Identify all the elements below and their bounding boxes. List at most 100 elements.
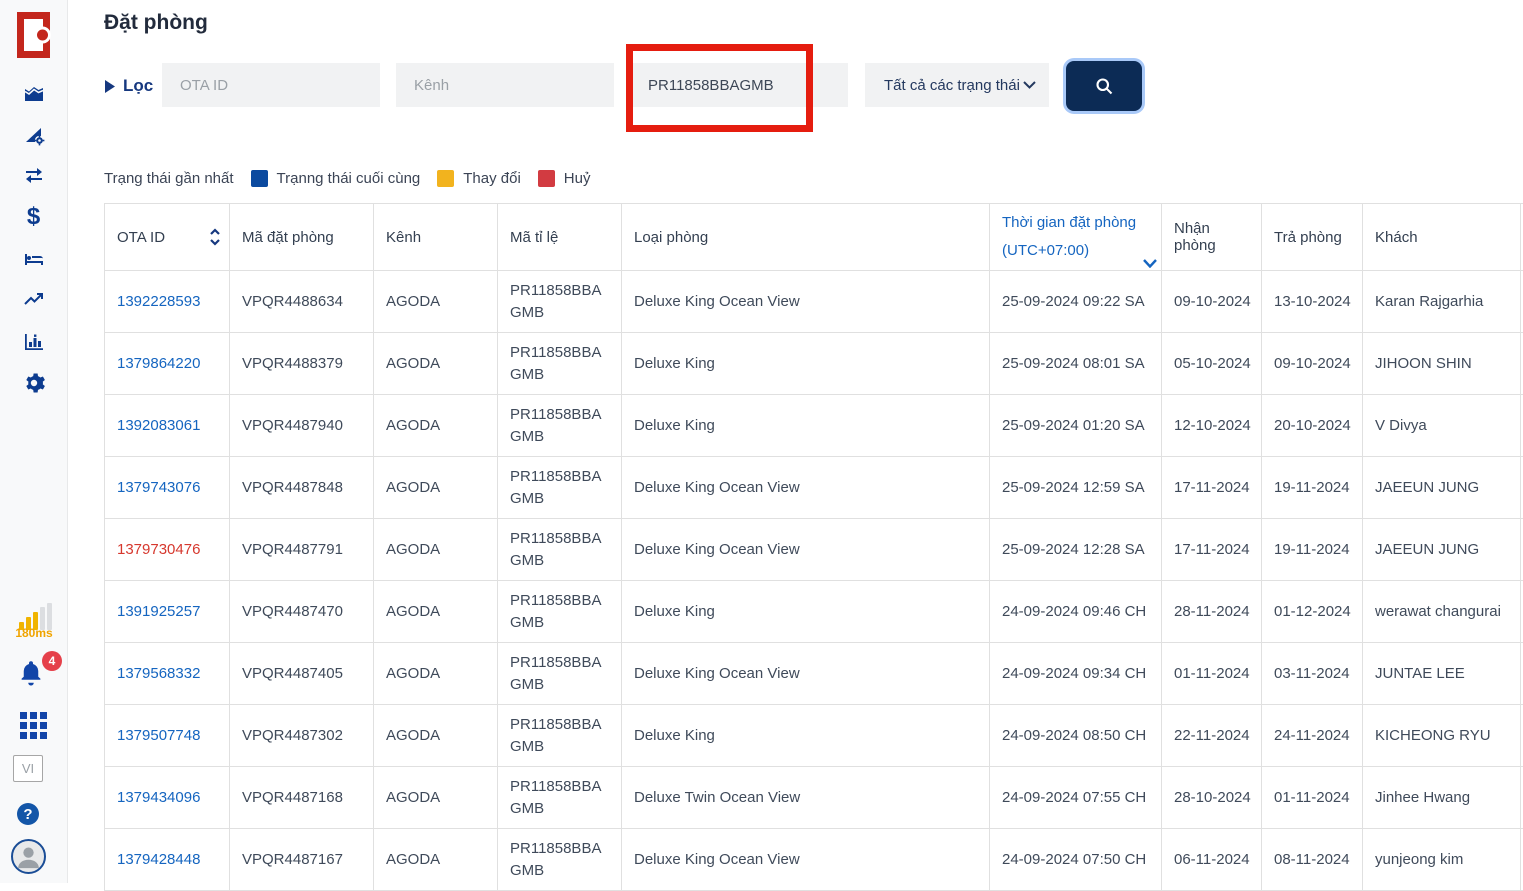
ota-id-link[interactable]: 1379730476: [117, 541, 200, 558]
room-type-cell: Deluxe King Ocean View: [622, 829, 990, 891]
check-out-cell: 24-11-2024: [1262, 705, 1363, 767]
col-header-guest: Khách: [1363, 204, 1521, 271]
ota-id-link[interactable]: 1379507748: [117, 727, 200, 744]
trending-up-icon[interactable]: [22, 288, 46, 312]
latency-value: 180ms: [0, 626, 68, 640]
pricing-dollar-icon[interactable]: $: [22, 205, 46, 229]
rate-code-input[interactable]: [630, 63, 848, 107]
sidebar: $ 180ms 4 VI ?: [0, 0, 68, 883]
check-out-cell: 19-11-2024: [1262, 519, 1363, 581]
booking-code-cell: VPQR4487405: [230, 643, 374, 705]
check-out-cell: 13-10-2024: [1262, 271, 1363, 333]
col-header-check-out: Trả phòng: [1262, 204, 1363, 271]
guest-cell: JUNTAE LEE: [1363, 643, 1521, 705]
ota-id-link[interactable]: 1379428448: [117, 851, 200, 868]
guest-cell: Karan Rajgarhia: [1363, 271, 1521, 333]
guest-cell: Jinhee Hwang: [1363, 767, 1521, 829]
ota-id-link[interactable]: 1379434096: [117, 789, 200, 806]
room-type-cell: Deluxe King Ocean View: [622, 519, 990, 581]
ota-id-link[interactable]: 1379568332: [117, 665, 200, 682]
room-type-cell: Deluxe King Ocean View: [622, 643, 990, 705]
check-out-cell: 19-11-2024: [1262, 457, 1363, 519]
rate-code-cell: PR11858BBAGMB: [498, 643, 622, 705]
booked-at-cell: 25-09-2024 08:01 SA: [990, 333, 1162, 395]
booked-at-cell: 24-09-2024 09:34 CH: [990, 643, 1162, 705]
col-header-booking-code: Mã đặt phòng: [230, 204, 374, 271]
ota-id-link[interactable]: 1392083061: [117, 417, 200, 434]
booked-at-cell: 25-09-2024 01:20 SA: [990, 395, 1162, 457]
sync-arrows-icon[interactable]: [22, 164, 46, 188]
booked-at-cell: 25-09-2024 12:28 SA: [990, 519, 1162, 581]
apps-grid-icon[interactable]: [20, 711, 48, 739]
ota-id-input[interactable]: [162, 63, 380, 107]
check-out-cell: 09-10-2024: [1262, 333, 1363, 395]
booked-at-cell: 25-09-2024 09:22 SA: [990, 271, 1162, 333]
channel-input[interactable]: [396, 63, 614, 107]
check-in-cell: 01-11-2024: [1162, 643, 1262, 705]
area-chart-icon[interactable]: [22, 81, 46, 105]
check-out-cell: 01-11-2024: [1262, 767, 1363, 829]
table-row: 1392083061 VPQR4487940 AGODA PR11858BBAG…: [105, 395, 1523, 457]
ota-id-link[interactable]: 1379743076: [117, 479, 200, 496]
settings-gear-icon[interactable]: [22, 371, 46, 395]
guest-cell: yunjeong kim: [1363, 829, 1521, 891]
filter-toggle[interactable]: Lọc: [104, 76, 153, 96]
legend-item-last-status: Trạnng thái cuối cùng: [251, 170, 421, 187]
table-body: 1392228593 VPQR4488634 AGODA PR11858BBAG…: [105, 271, 1523, 891]
col-header-booked-at[interactable]: Thời gian đặt phòng (UTC+07:00): [990, 204, 1162, 271]
expand-triangle-icon: [104, 80, 115, 93]
rate-code-cell: PR11858BBAGMB: [498, 829, 622, 891]
ota-id-link[interactable]: 1391925257: [117, 603, 200, 620]
ota-id-link[interactable]: 1392228593: [117, 293, 200, 310]
check-in-cell: 22-11-2024: [1162, 705, 1262, 767]
channel-settings-icon[interactable]: [22, 123, 46, 147]
logo-dot: [37, 30, 48, 41]
room-type-cell: Deluxe King: [622, 395, 990, 457]
channel-cell: AGODA: [374, 271, 498, 333]
booking-code-cell: VPQR4487470: [230, 581, 374, 643]
page-title: Đặt phòng: [104, 11, 208, 35]
booked-at-cell: 24-09-2024 07:50 CH: [990, 829, 1162, 891]
search-button[interactable]: [1066, 61, 1142, 111]
ota-id-link[interactable]: 1379864220: [117, 355, 200, 372]
channel-cell: AGODA: [374, 705, 498, 767]
channel-cell: AGODA: [374, 457, 498, 519]
legend-item-cancelled: Huỷ: [538, 170, 591, 187]
chevron-down-icon: [1023, 81, 1036, 89]
sort-desc-chevron-icon: [1143, 259, 1157, 268]
table-row: 1391925257 VPQR4487470 AGODA PR11858BBAG…: [105, 581, 1523, 643]
booking-code-cell: VPQR4487791: [230, 519, 374, 581]
col-header-ota-id[interactable]: OTA ID: [105, 204, 230, 271]
room-type-cell: Deluxe Twin Ocean View: [622, 767, 990, 829]
user-avatar[interactable]: [11, 839, 46, 874]
table-row: 1379507748 VPQR4487302 AGODA PR11858BBAG…: [105, 705, 1523, 767]
booking-code-cell: VPQR4488634: [230, 271, 374, 333]
rooms-bed-icon[interactable]: [22, 247, 46, 271]
channel-cell: AGODA: [374, 643, 498, 705]
language-switcher[interactable]: VI: [13, 755, 43, 782]
channel-cell: AGODA: [374, 333, 498, 395]
guest-cell: V Divya: [1363, 395, 1521, 457]
analytics-bars-icon[interactable]: [22, 330, 46, 354]
channel-cell: AGODA: [374, 395, 498, 457]
notifications-bell-icon[interactable]: 4: [16, 658, 56, 694]
booked-at-cell: 24-09-2024 08:50 CH: [990, 705, 1162, 767]
channel-cell: AGODA: [374, 519, 498, 581]
check-in-cell: 17-11-2024: [1162, 519, 1262, 581]
table-header-row: OTA ID Mã đặt phòng Kênh Mã tỉ lệ Loại p…: [105, 204, 1523, 271]
table-row: 1379730476 VPQR4487791 AGODA PR11858BBAG…: [105, 519, 1523, 581]
notifications-badge: 4: [42, 651, 62, 671]
legend-item-changed: Thay đổi: [437, 170, 521, 187]
booking-code-cell: VPQR4487940: [230, 395, 374, 457]
room-type-cell: Deluxe King: [622, 333, 990, 395]
help-icon[interactable]: ?: [17, 803, 39, 825]
table-row: 1379743076 VPQR4487848 AGODA PR11858BBAG…: [105, 457, 1523, 519]
yellow-swatch-icon: [437, 170, 454, 187]
status-select[interactable]: Tất cả các trạng thái: [865, 63, 1049, 107]
legend-title: Trạng thái gần nhất: [104, 170, 234, 187]
check-out-cell: 03-11-2024: [1262, 643, 1363, 705]
check-out-cell: 08-11-2024: [1262, 829, 1363, 891]
col-header-channel: Kênh: [374, 204, 498, 271]
app-logo[interactable]: [17, 12, 50, 58]
booking-code-cell: VPQR4487167: [230, 829, 374, 891]
